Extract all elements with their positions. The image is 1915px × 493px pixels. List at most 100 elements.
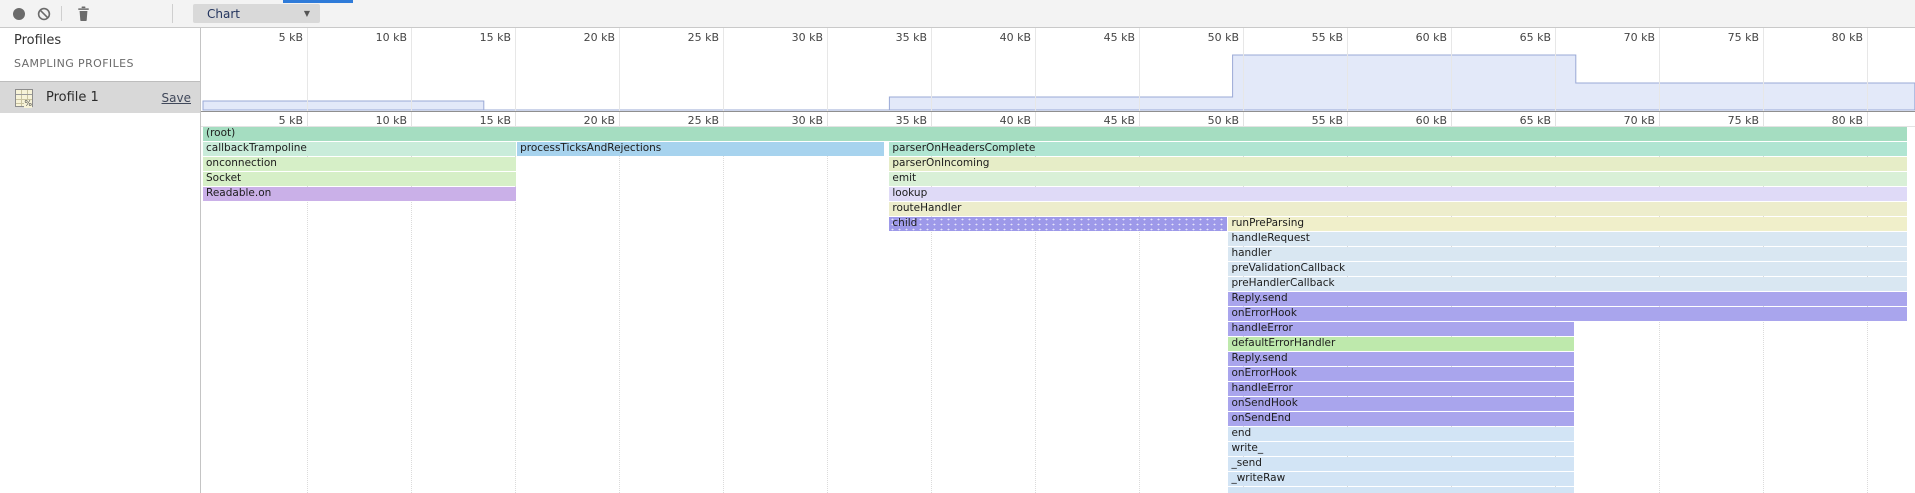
flame-bar[interactable]: Readable.on — [203, 187, 516, 201]
flame-bar[interactable]: onconnection — [203, 157, 516, 171]
gridline — [1659, 28, 1660, 111]
ruler-tick-label: 75 kB — [1702, 31, 1759, 44]
ruler-tick-label: 20 kB — [558, 31, 615, 44]
flame-bar[interactable]: routeHandler — [889, 202, 1907, 216]
delete-profile-button[interactable] — [70, 0, 96, 27]
trash-icon — [77, 6, 90, 21]
gridline — [307, 28, 308, 111]
gridline — [1451, 112, 1452, 126]
ruler-tick-label: 40 kB — [974, 31, 1031, 44]
sampling-profiles-section-label: SAMPLING PROFILES — [14, 57, 134, 70]
ruler-tick-label: 30 kB — [766, 31, 823, 44]
circle-slash-icon — [37, 7, 51, 21]
ruler-tick-label: 80 kB — [1806, 31, 1863, 44]
ruler-tick-label: 45 kB — [1078, 31, 1135, 44]
flame-bar[interactable]: parserOnHeadersComplete — [889, 142, 1907, 156]
sidebar-title: Profiles — [14, 33, 61, 48]
flame-bar[interactable]: write_ — [1228, 442, 1574, 456]
ruler-tick-label: 50 kB — [1182, 31, 1239, 44]
flame-bar[interactable]: (root) — [203, 127, 1907, 141]
flame-bar[interactable]: lookup — [889, 187, 1907, 201]
allocation-chart-area: 5 kB 10 kB 15 kB 20 kB 25 kB 30 kB 35 kB 40 kB 4… — [201, 28, 1915, 493]
save-profile-link[interactable]: Save — [162, 91, 191, 105]
flame-bar[interactable]: Reply.send — [1228, 352, 1574, 366]
flame-bar[interactable]: Reply.send — [1228, 292, 1907, 306]
ruler-tick-label: 5 kB — [246, 31, 303, 44]
gridline — [827, 112, 828, 126]
flame-bar[interactable]: callbackTrampoline — [203, 142, 516, 156]
overview-divider — [201, 111, 1915, 112]
record-circle-icon — [13, 8, 25, 20]
flame-bar[interactable]: child — [889, 217, 1227, 231]
ruler-tick-label: 25 kB — [662, 31, 719, 44]
flame-bar[interactable]: processTicksAndRejections — [517, 142, 884, 156]
ruler-tick-label: 15 kB — [454, 31, 511, 44]
ruler-tick-label: 70 kB — [1598, 31, 1655, 44]
gridline — [619, 28, 620, 111]
record-button[interactable] — [7, 0, 31, 27]
toolbar: Chart ▼ — [0, 0, 1915, 28]
flame-bar[interactable]: onSendHook — [1228, 397, 1574, 411]
gridline — [1243, 112, 1244, 126]
gridline — [411, 28, 412, 111]
clear-button[interactable] — [32, 0, 56, 27]
toolbar-divider — [172, 4, 173, 23]
gridline — [723, 28, 724, 111]
flame-bar[interactable] — [1228, 487, 1574, 493]
sidebar-item-profile-1[interactable]: % Profile 1 Save — [0, 81, 200, 113]
flame-bar[interactable]: emit — [889, 172, 1907, 186]
ruler-tick-label: 10 kB — [350, 31, 407, 44]
flame-bar[interactable]: handler — [1228, 247, 1907, 261]
ruler-tick-label: 65 kB — [1494, 31, 1551, 44]
active-tab-indicator — [283, 0, 353, 3]
ruler-tick-label: 35 kB — [870, 31, 927, 44]
gridline — [1347, 112, 1348, 126]
flame-bar[interactable]: onErrorHook — [1228, 307, 1907, 321]
toolbar-separator — [61, 6, 62, 21]
gridline — [723, 112, 724, 126]
gridline — [1659, 112, 1660, 126]
gridline — [1867, 112, 1868, 126]
profile-name: Profile 1 — [46, 90, 162, 105]
gridline — [1035, 112, 1036, 126]
gridline — [1035, 28, 1036, 111]
ruler-tick-label: 55 kB — [1286, 31, 1343, 44]
flame-bar[interactable]: onErrorHook — [1228, 367, 1574, 381]
gridline — [1763, 112, 1764, 126]
gridline — [1555, 28, 1556, 111]
gridline — [1555, 112, 1556, 126]
flame-bar[interactable]: preHandlerCallback — [1228, 277, 1907, 291]
gridline — [931, 28, 932, 111]
chart-view-select[interactable]: Chart ▼ — [193, 4, 320, 23]
sampling-profile-table-icon: % — [15, 89, 33, 107]
flame-chart: (root)callbackTrampolineprocessTicksAndR… — [201, 127, 1915, 493]
gridline — [1451, 28, 1452, 111]
flame-bar[interactable]: _writeRaw — [1228, 472, 1574, 486]
flame-bar[interactable]: handleError — [1228, 322, 1574, 336]
flame-bar[interactable]: onSendEnd — [1228, 412, 1574, 426]
gridline — [619, 112, 620, 126]
profiles-sidebar: Profiles SAMPLING PROFILES % Profile 1 S… — [0, 28, 201, 493]
gridline — [515, 28, 516, 111]
flame-bar[interactable]: preValidationCallback — [1228, 262, 1907, 276]
gridline — [1347, 28, 1348, 111]
flame-bar[interactable]: parserOnIncoming — [889, 157, 1907, 171]
gridline — [1763, 28, 1764, 111]
gridline — [307, 112, 308, 126]
gridline — [1243, 28, 1244, 111]
gridline — [1867, 28, 1868, 111]
flame-bar[interactable]: end — [1228, 427, 1574, 441]
flame-bar[interactable]: handleRequest — [1228, 232, 1907, 246]
gridline — [515, 112, 516, 126]
chart-view-select-value: Chart — [193, 7, 304, 21]
flame-bar[interactable]: handleError — [1228, 382, 1574, 396]
flame-bar[interactable]: runPreParsing — [1228, 217, 1907, 231]
gridline — [1139, 112, 1140, 126]
chevron-down-icon: ▼ — [304, 9, 320, 18]
gridline — [411, 112, 412, 126]
flame-bar[interactable]: _send — [1228, 457, 1574, 471]
gridline — [1139, 28, 1140, 111]
memory-panel: Chart ▼ Profiles SAMPLING PROFILES % Pro… — [0, 0, 1915, 493]
flame-bar[interactable]: Socket — [203, 172, 516, 186]
flame-bar[interactable]: defaultErrorHandler — [1228, 337, 1574, 351]
